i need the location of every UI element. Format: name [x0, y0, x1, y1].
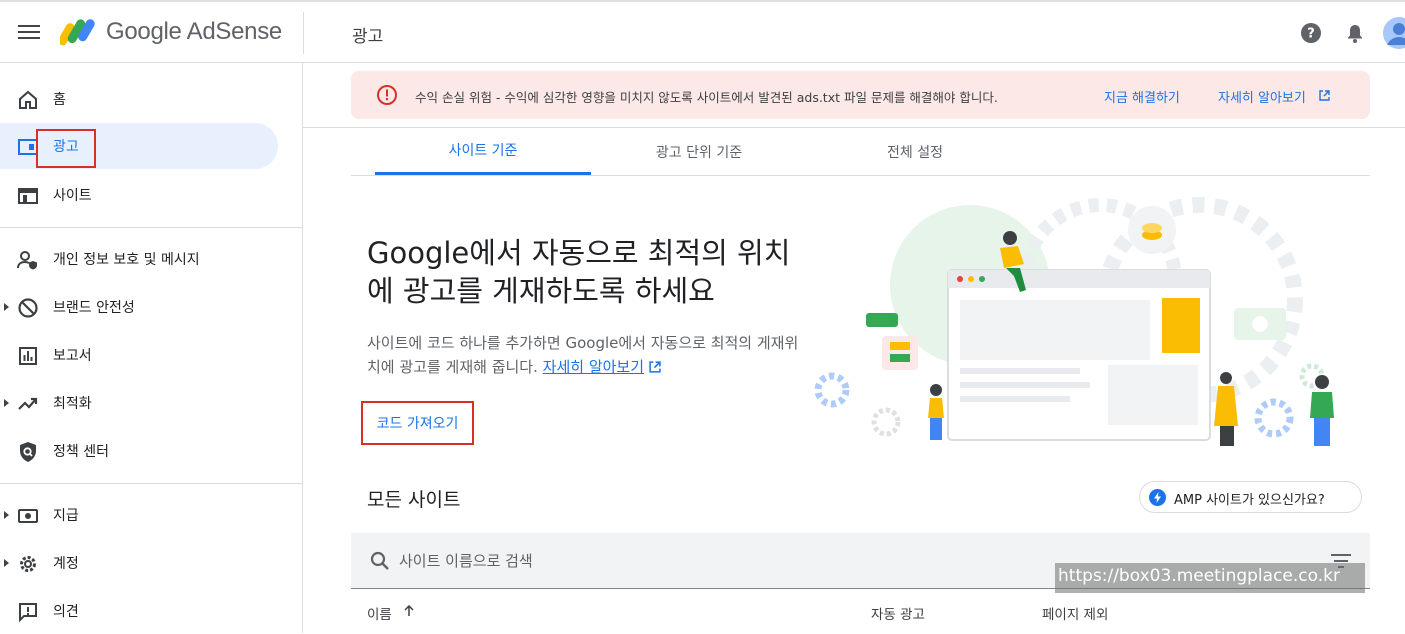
tab-by-site[interactable]: 사이트 기준	[375, 128, 591, 175]
sidebar-nav: 홈 광고 사이트 개인 정보 보호 및 메시지 브랜드 안전성 보고서 최적화 …	[0, 63, 303, 633]
payments-icon	[18, 509, 38, 523]
sidebar-item-policy-center[interactable]: 정책 센터	[0, 428, 278, 474]
sidebar-item-label: 브랜드 안전성	[53, 300, 135, 316]
home-icon	[19, 90, 37, 109]
alert-message: 수익 손실 위험 - 수익에 심각한 영향을 미치지 않도록 사이트에서 발견된…	[415, 90, 998, 105]
amp-bolt-icon	[1149, 489, 1166, 506]
svg-text:?: ?	[1307, 27, 1315, 42]
page-title: 광고	[352, 27, 384, 47]
notifications-bell-icon[interactable]	[1344, 22, 1366, 44]
sites-icon	[18, 188, 38, 204]
adsense-logo-icon[interactable]	[60, 16, 96, 46]
sidebar-divider	[0, 227, 302, 228]
error-icon	[377, 85, 397, 105]
column-header-page-exclusions[interactable]: 페이지 제외	[1042, 603, 1108, 623]
all-sites-title: 모든 사이트	[367, 489, 461, 511]
sidebar-item-sites[interactable]: 사이트	[0, 172, 278, 218]
top-app-bar: Google AdSense 광고 ?	[0, 0, 1405, 63]
tab-global-settings[interactable]: 전체 설정	[807, 128, 1023, 175]
ads-txt-alert-banner: 수익 손실 위험 - 수익에 심각한 영향을 미치지 않도록 사이트에서 발견된…	[351, 71, 1370, 119]
column-header-auto-ads[interactable]: 자동 광고	[871, 603, 925, 623]
sidebar-item-label: 지급	[53, 508, 79, 524]
hero-learn-more-link[interactable]: 자세히 알아보기	[543, 358, 644, 376]
auto-ads-illustration	[814, 197, 1334, 446]
annotation-highlight-box	[36, 129, 96, 168]
sidebar-item-account[interactable]: 계정	[0, 540, 278, 586]
amp-sites-chip[interactable]: AMP 사이트가 있으신가요?	[1139, 481, 1362, 513]
sidebar-item-optimization[interactable]: 최적화	[0, 380, 278, 426]
sidebar-item-label: 의견	[53, 604, 79, 620]
get-code-button[interactable]: 코드 가져오기	[361, 401, 474, 445]
sidebar-item-label: 정책 센터	[53, 444, 109, 460]
sidebar-item-brand-safety[interactable]: 브랜드 안전성	[0, 284, 278, 330]
sidebar-item-reports[interactable]: 보고서	[0, 332, 278, 378]
fix-now-link[interactable]: 지금 해결하기	[1104, 87, 1180, 106]
column-header-name[interactable]: 이름	[367, 603, 392, 623]
policy-shield-icon	[20, 442, 36, 462]
sidebar-item-home[interactable]: 홈	[0, 76, 278, 122]
search-icon	[370, 551, 389, 570]
expand-arrow-icon[interactable]	[4, 303, 9, 311]
expand-arrow-icon[interactable]	[4, 399, 9, 407]
sidebar-item-privacy-messaging[interactable]: 개인 정보 보호 및 메시지	[0, 236, 278, 282]
app-logo-text[interactable]: Google AdSense	[106, 18, 282, 46]
learn-more-link[interactable]: 자세히 알아보기	[1218, 87, 1306, 106]
watermark-overlay: https://box03.meetingplace.co.kr	[1055, 563, 1365, 593]
sidebar-item-label: 사이트	[53, 188, 92, 204]
expand-arrow-icon[interactable]	[4, 511, 9, 519]
tab-by-ad-unit[interactable]: 광고 단위 기준	[591, 128, 807, 175]
reports-bar-chart-icon	[19, 347, 37, 365]
block-icon	[18, 298, 38, 318]
open-in-new-icon	[649, 361, 661, 373]
sidebar-item-label: 계정	[53, 556, 79, 572]
sidebar-item-payments[interactable]: 지급	[0, 492, 278, 538]
hamburger-menu-icon[interactable]	[18, 22, 40, 40]
open-in-new-icon	[1319, 90, 1330, 101]
sidebar-divider	[0, 483, 302, 484]
sidebar-item-label: 홈	[53, 92, 66, 108]
sidebar-item-label: 개인 정보 보호 및 메시지	[53, 252, 200, 268]
sidebar-item-feedback[interactable]: 의견	[0, 588, 278, 634]
help-icon[interactable]: ?	[1300, 22, 1322, 44]
hero-title: Google에서 자동으로 최적의 위치에 광고를 게재하도록 하세요	[367, 236, 791, 308]
tab-bar: 사이트 기준 광고 단위 기준 전체 설정	[351, 128, 1370, 176]
amp-chip-label: AMP 사이트가 있으신가요?	[1174, 493, 1325, 508]
privacy-person-icon	[17, 251, 37, 270]
hero-description: 사이트에 코드 하나를 추가하면 Google에서 자동으로 최적의 게재위치에…	[367, 331, 807, 379]
feedback-icon	[19, 603, 37, 623]
header-divider	[303, 12, 304, 54]
account-avatar-icon[interactable]	[1382, 16, 1405, 50]
sidebar-item-label: 최적화	[53, 396, 92, 412]
sidebar-item-label: 보고서	[53, 348, 92, 364]
sort-arrow-up-icon[interactable]	[403, 605, 415, 617]
gear-icon	[20, 556, 36, 572]
trending-up-icon	[18, 397, 38, 410]
expand-arrow-icon[interactable]	[4, 559, 9, 567]
